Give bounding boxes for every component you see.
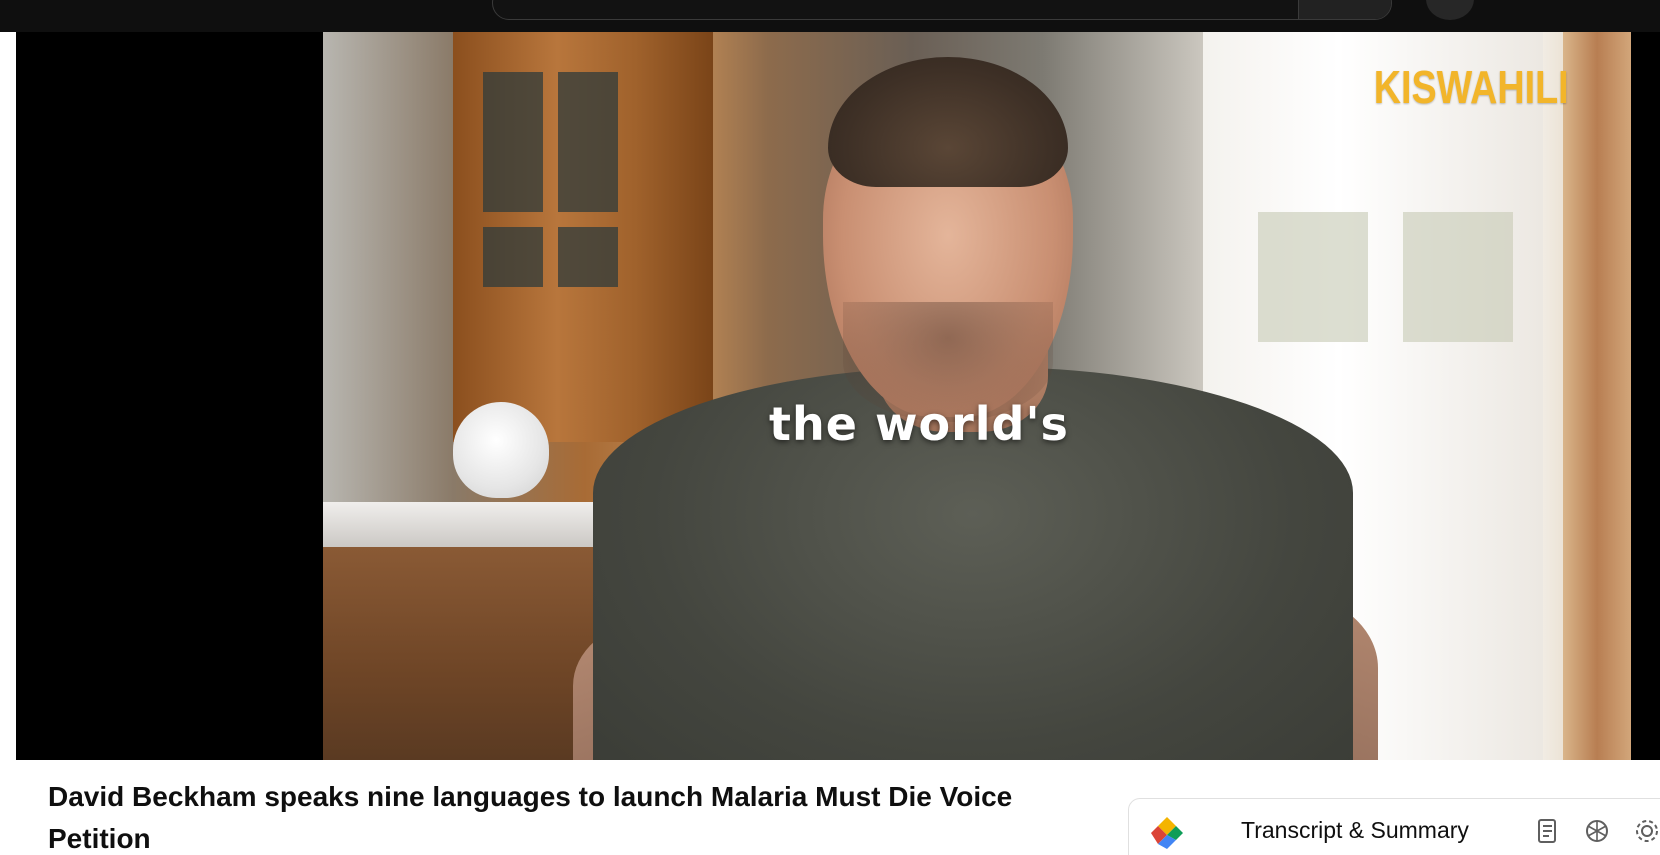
background-brick <box>1563 32 1631 760</box>
person-hair <box>828 57 1068 187</box>
background-window-pane <box>1403 212 1513 342</box>
voice-search-button[interactable] <box>1426 0 1474 20</box>
transcript-summary-title: Transcript & Summary <box>1241 817 1469 843</box>
language-watermark: KISWAHILI <box>1374 61 1569 113</box>
video-title: David Beckham speaks nine languages to l… <box>48 781 1013 854</box>
transcript-summary-panel[interactable]: Transcript & Summary <box>1128 798 1660 855</box>
video-player[interactable]: KISWAHILI the world's <box>16 32 1660 760</box>
video-frame[interactable]: KISWAHILI the world's <box>323 32 1631 760</box>
background-door-pane <box>558 72 618 212</box>
search-box[interactable] <box>492 0 1392 20</box>
masthead <box>0 0 1660 32</box>
settings-icon[interactable] <box>1629 813 1660 849</box>
extension-logo-icon <box>1149 815 1185 851</box>
background-door-pane <box>483 227 543 287</box>
background-door-pane <box>483 72 543 212</box>
search-button[interactable] <box>1298 0 1391 19</box>
background-door-pane <box>558 227 618 287</box>
transcript-icon[interactable] <box>1529 813 1565 849</box>
page: KISWAHILI the world's David Beckham spea… <box>0 0 1660 855</box>
background-window-pane <box>1258 212 1368 342</box>
openai-icon[interactable] <box>1579 813 1615 849</box>
video-caption: the world's <box>769 397 1069 451</box>
